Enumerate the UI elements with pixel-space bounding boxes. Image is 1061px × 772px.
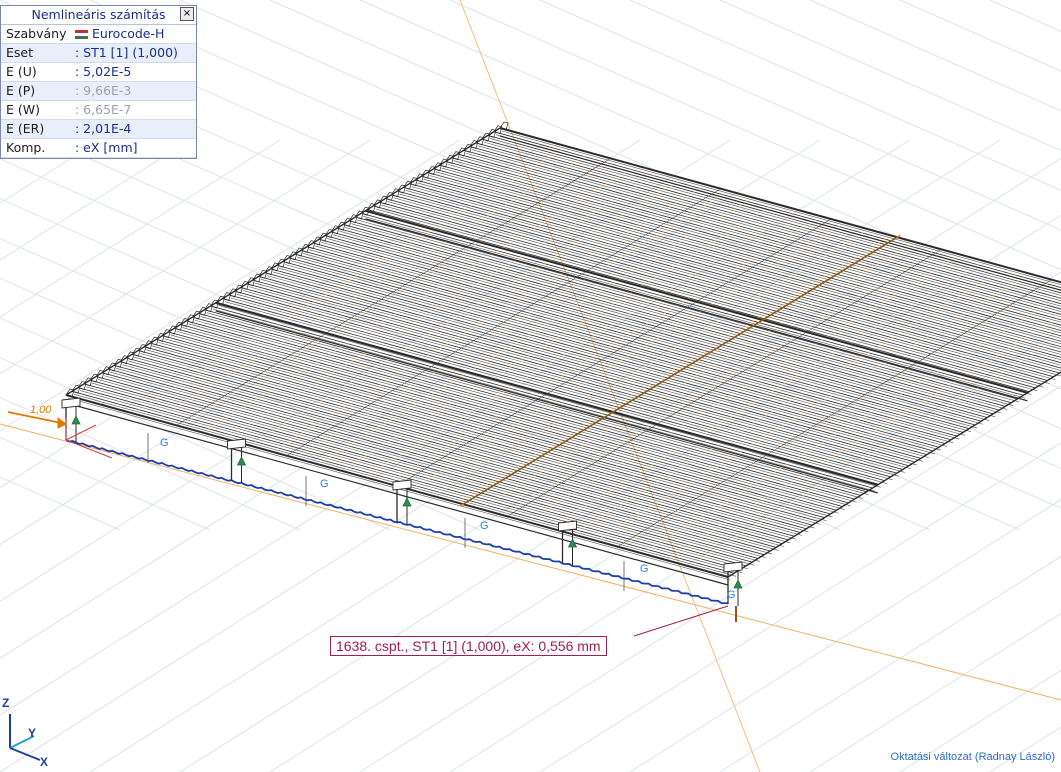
- deck-rib-line: [327, 238, 990, 421]
- deck-rib-line: [104, 375, 767, 559]
- g-label-5: G: [727, 589, 736, 601]
- deck-rib-line: [278, 267, 942, 451]
- deck-rib-line: [260, 279, 923, 462]
- info-row-case: Eset : ST1 [1] (1,000): [1, 44, 196, 63]
- node-tooltip: 1638. cspt., ST1 [1] (1,000), eX: 0,556 …: [330, 636, 607, 656]
- grid-line: [0, 139, 191, 261]
- axis-y-label: Y: [28, 726, 37, 740]
- g-label-4: G: [640, 563, 649, 575]
- support-arrow: [733, 579, 743, 589]
- deck-rib-line: [212, 308, 875, 492]
- support-arrow: [236, 456, 247, 466]
- deck-rib-line: [194, 319, 857, 503]
- grid-line: [899, 0, 1061, 72]
- panel-title: Nemlineáris számítás ×: [1, 6, 196, 25]
- deck-rib-line: [453, 160, 1061, 328]
- deck-rib-line: [224, 301, 887, 484]
- axis-z-label: Z: [2, 696, 10, 710]
- deck-rib-line: [284, 264, 948, 447]
- deck-rib-line: [200, 316, 863, 499]
- post-cap: [558, 520, 577, 532]
- global-axis-x: [0, 423, 1061, 701]
- edition-watermark: Oktatási változat (Radnay László): [890, 751, 1055, 763]
- deck-rib-line: [309, 249, 972, 432]
- deck-rib-line: [128, 360, 791, 544]
- info-row-eu: E (U) : 5,02E-5: [1, 63, 196, 82]
- deck-rib-line: [315, 245, 978, 429]
- calculation-info-panel: Nemlineáris számítás × Szabvány Eurocode…: [0, 5, 197, 159]
- grid-line: [809, 612, 1061, 772]
- deck-rib-line: [248, 286, 911, 470]
- axis-x-label: X: [40, 755, 49, 769]
- grid-line: [359, 0, 1061, 311]
- support-arrow: [71, 415, 81, 425]
- deck-rib-line: [254, 282, 917, 466]
- deck-rib-line: [110, 371, 773, 555]
- post-cap: [61, 397, 81, 409]
- info-row-standard: Szabvány Eurocode-H: [1, 25, 196, 44]
- deck-rib-line: [230, 297, 893, 481]
- info-row-ep: E (P) : 9,66E-3: [1, 82, 196, 101]
- load-factor-label: 1,00: [30, 404, 52, 416]
- post-cap: [392, 479, 412, 491]
- deck-rib-line: [152, 345, 815, 529]
- deck-rib-line: [321, 241, 984, 425]
- deck-rib-line: [242, 290, 905, 473]
- deck-rib-line: [303, 253, 966, 436]
- grid-line: [809, 0, 1061, 112]
- info-row-eer: E (ER) : 2,01E-4: [1, 120, 196, 139]
- post-cap: [723, 561, 743, 573]
- g-label-1: G: [160, 437, 169, 449]
- g-label-2: G: [320, 478, 329, 490]
- grid-line: [89, 0, 1061, 430]
- info-row-component: Komp. : eX [mm]: [1, 139, 196, 158]
- info-row-ew: E (W) : 6,65E-7: [1, 101, 196, 120]
- deck-rib-line: [296, 256, 960, 440]
- grid-line: [0, 139, 371, 375]
- post-cap: [227, 438, 246, 450]
- tooltip-leader: [633, 605, 729, 637]
- deck-rib-line: [98, 379, 761, 562]
- grid-line: [719, 0, 1061, 152]
- hungarian-flag-icon: [75, 30, 88, 39]
- deck-rib-line: [176, 330, 839, 514]
- deck-rib-line: [188, 323, 851, 507]
- g-label-3: G: [480, 520, 489, 532]
- deck-rib-line: [164, 338, 827, 521]
- deck-rib-line: [447, 164, 1061, 334]
- close-icon[interactable]: ×: [180, 7, 194, 21]
- deck-rib-line: [236, 293, 899, 477]
- grid-line: [0, 139, 11, 147]
- deck-rib-line: [158, 342, 821, 525]
- rib-detail: [523, 171, 1061, 321]
